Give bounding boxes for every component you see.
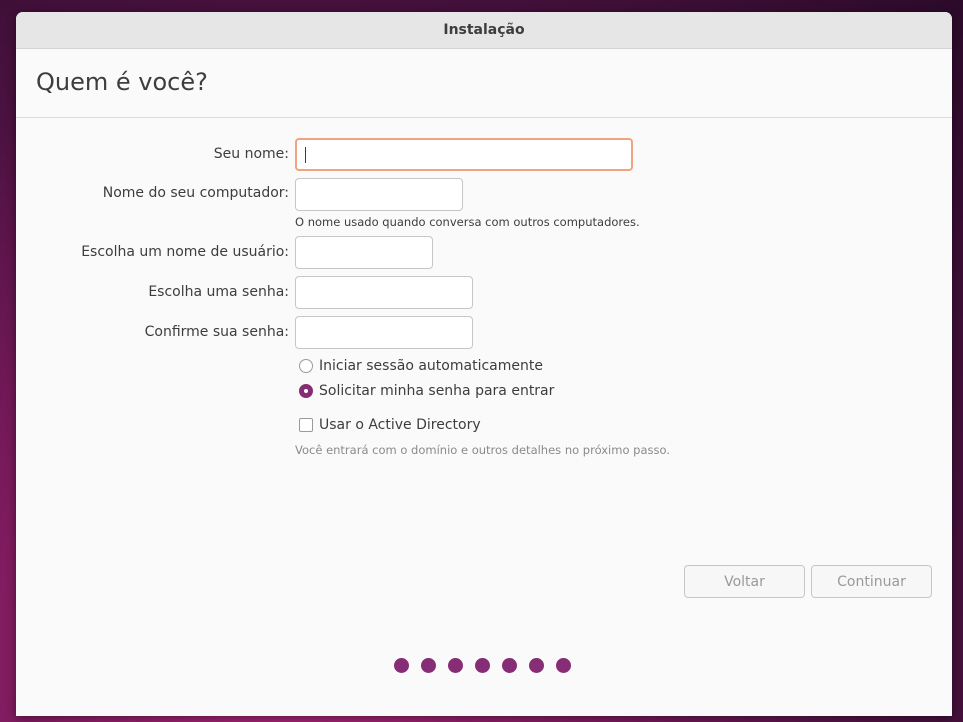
progress-dot xyxy=(394,658,409,673)
progress-dot xyxy=(556,658,571,673)
radio-selected-icon[interactable] xyxy=(299,384,313,398)
window-title: Instalação xyxy=(443,22,525,38)
name-field[interactable] xyxy=(295,138,633,171)
password-label: Escolha uma senha: xyxy=(148,284,289,300)
installer-window: Instalação Quem é você? Seu nome: Nome d… xyxy=(16,12,952,716)
progress-dots xyxy=(394,658,571,673)
progress-dot xyxy=(529,658,544,673)
confirm-password-field[interactable] xyxy=(295,316,473,349)
auto-login-option[interactable]: Iniciar sessão automaticamente xyxy=(299,358,543,374)
window-titlebar[interactable]: Instalação xyxy=(16,12,952,49)
progress-dot xyxy=(448,658,463,673)
auto-login-label: Iniciar sessão automaticamente xyxy=(319,358,543,374)
text-caret xyxy=(305,147,306,163)
page-title: Quem é você? xyxy=(36,68,208,96)
active-directory-option[interactable]: Usar o Active Directory xyxy=(299,417,481,433)
confirm-password-label: Confirme sua senha: xyxy=(144,324,289,340)
computer-name-label: Nome do seu computador: xyxy=(102,185,289,201)
username-field[interactable] xyxy=(295,236,433,269)
password-field[interactable] xyxy=(295,276,473,309)
progress-dot xyxy=(502,658,517,673)
progress-dot xyxy=(421,658,436,673)
continue-button[interactable]: Continuar xyxy=(811,565,932,598)
require-password-option[interactable]: Solicitar minha senha para entrar xyxy=(299,383,554,399)
active-directory-hint: Você entrará com o domínio e outros deta… xyxy=(295,443,670,457)
checkbox-icon[interactable] xyxy=(299,418,313,432)
header-divider xyxy=(16,117,952,118)
computer-name-field[interactable] xyxy=(295,178,463,211)
username-label: Escolha um nome de usuário: xyxy=(81,244,289,260)
radio-unselected-icon[interactable] xyxy=(299,359,313,373)
progress-dot xyxy=(475,658,490,673)
back-button[interactable]: Voltar xyxy=(684,565,805,598)
computer-name-hint: O nome usado quando conversa com outros … xyxy=(295,215,640,229)
require-password-label: Solicitar minha senha para entrar xyxy=(319,383,555,399)
active-directory-label: Usar o Active Directory xyxy=(319,417,481,433)
name-label: Seu nome: xyxy=(213,146,289,162)
